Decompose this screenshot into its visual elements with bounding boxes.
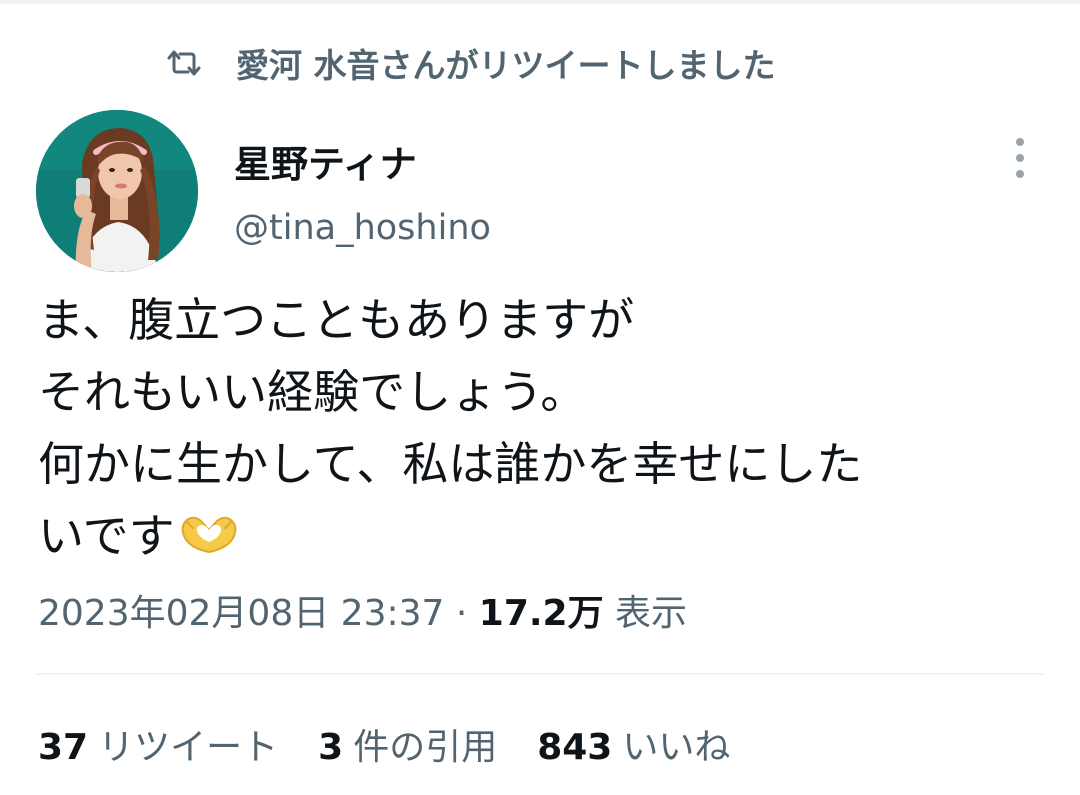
author-handle[interactable]: @tina_hoshino bbox=[234, 208, 491, 248]
heart-hands-emoji-icon bbox=[179, 506, 239, 554]
tweet-line: 何かに生かして、私は誰かを幸せにした bbox=[38, 437, 863, 491]
retweets-stat[interactable]: 37 リツイート bbox=[38, 718, 278, 770]
tweet-line-last: いです bbox=[38, 500, 1048, 572]
more-options-button[interactable] bbox=[1000, 134, 1040, 182]
engagement-stats: 37 リツイート 3 件の引用 843 いいね bbox=[38, 718, 770, 770]
profile-photo bbox=[36, 110, 198, 272]
social-context[interactable]: 愛河 水音さんがリツイートしました bbox=[166, 38, 776, 88]
tweet-meta: 2023年02月08日 23:37 · 17.2万 表示 bbox=[38, 584, 687, 636]
quotes-count: 3 bbox=[318, 727, 344, 768]
retweet-icon bbox=[166, 45, 202, 81]
tweet-line-text: いです bbox=[38, 509, 175, 563]
divider bbox=[36, 673, 1044, 675]
views-label: 表示 bbox=[603, 593, 688, 634]
more-dot-icon bbox=[1016, 154, 1024, 162]
likes-label: いいね bbox=[622, 727, 731, 768]
views-count: 17.2万 bbox=[478, 593, 604, 634]
top-border bbox=[0, 0, 1080, 4]
tweet-line: ま、腹立つこともありますが bbox=[38, 293, 635, 347]
meta-separator: · bbox=[444, 593, 479, 634]
likes-count: 843 bbox=[537, 727, 613, 768]
author-display-name[interactable]: 星野ティナ bbox=[234, 134, 417, 188]
tweet-text: ま、腹立つこともありますが それもいい経験でしょう。 何かに生かして、私は誰かを… bbox=[38, 284, 1048, 572]
social-context-text: 愛河 水音さんがリツイートしました bbox=[236, 46, 776, 85]
tweet-line: それもいい経験でしょう。 bbox=[38, 365, 587, 419]
retweets-label: リツイート bbox=[98, 727, 279, 768]
likes-stat[interactable]: 843 いいね bbox=[537, 718, 730, 770]
more-dot-icon bbox=[1016, 138, 1024, 146]
more-dot-icon bbox=[1016, 170, 1024, 178]
quotes-stat[interactable]: 3 件の引用 bbox=[318, 718, 497, 770]
retweets-count: 37 bbox=[38, 727, 89, 768]
quotes-label: 件の引用 bbox=[353, 727, 498, 768]
avatar[interactable] bbox=[36, 110, 198, 272]
tweet-timestamp[interactable]: 2023年02月08日 23:37 bbox=[38, 593, 444, 634]
